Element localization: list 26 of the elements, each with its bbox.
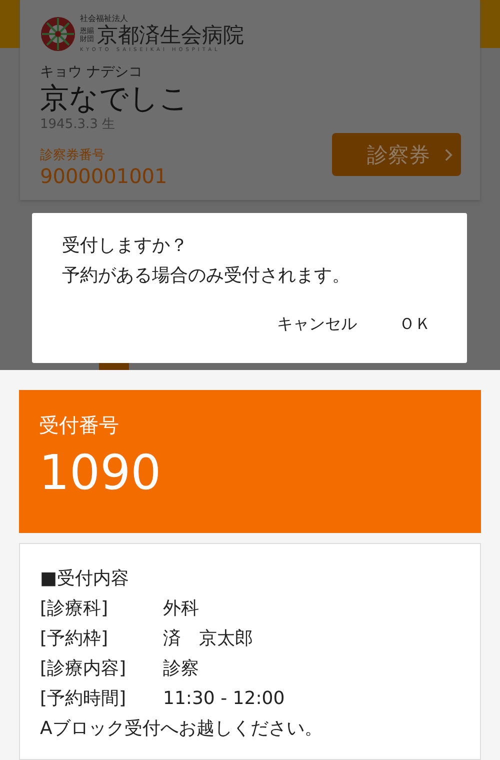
detail-label: [診療科] [40,597,110,621]
detail-label: [予約枠] [40,627,110,651]
patient-kana: キョウ ナデシコ [40,63,144,81]
detail-value: 11:30 - 12:00 [163,688,285,709]
detail-value: 外科 [163,598,199,619]
dialog-button[interactable]: キャンセル [271,310,363,339]
card-number-label: 診察券番号 [40,147,106,164]
detail-label: [予約時間] [40,687,128,711]
details-heading: ■受付内容 [40,567,130,591]
details-note: Aブロック受付へお越しください。 [40,717,324,741]
hospital-name: 京都済生会病院 [97,23,244,47]
header-bar [0,0,20,48]
dialog-button[interactable]: ＯＫ [393,310,437,339]
card-number: 9000001001 [40,164,168,188]
dialog-message: 予約がある場合のみ受付されます。 [62,264,351,288]
header-bar [480,0,500,48]
detail-value: 診察 [163,658,199,679]
detail-value: 済 京太郎 [163,628,253,649]
chevron-icon [444,148,453,162]
emblem-icon [40,16,76,52]
receipt-number-label: 受付番号 [39,412,120,439]
corporation-label: 社会福祉法人 [80,14,129,23]
patient-name: 京なでしこ [40,81,190,115]
dialog-message: 受付しますか？ [62,234,189,258]
receipt-number: 1090 [39,444,162,503]
detail-label: [診療内容] [40,657,128,681]
